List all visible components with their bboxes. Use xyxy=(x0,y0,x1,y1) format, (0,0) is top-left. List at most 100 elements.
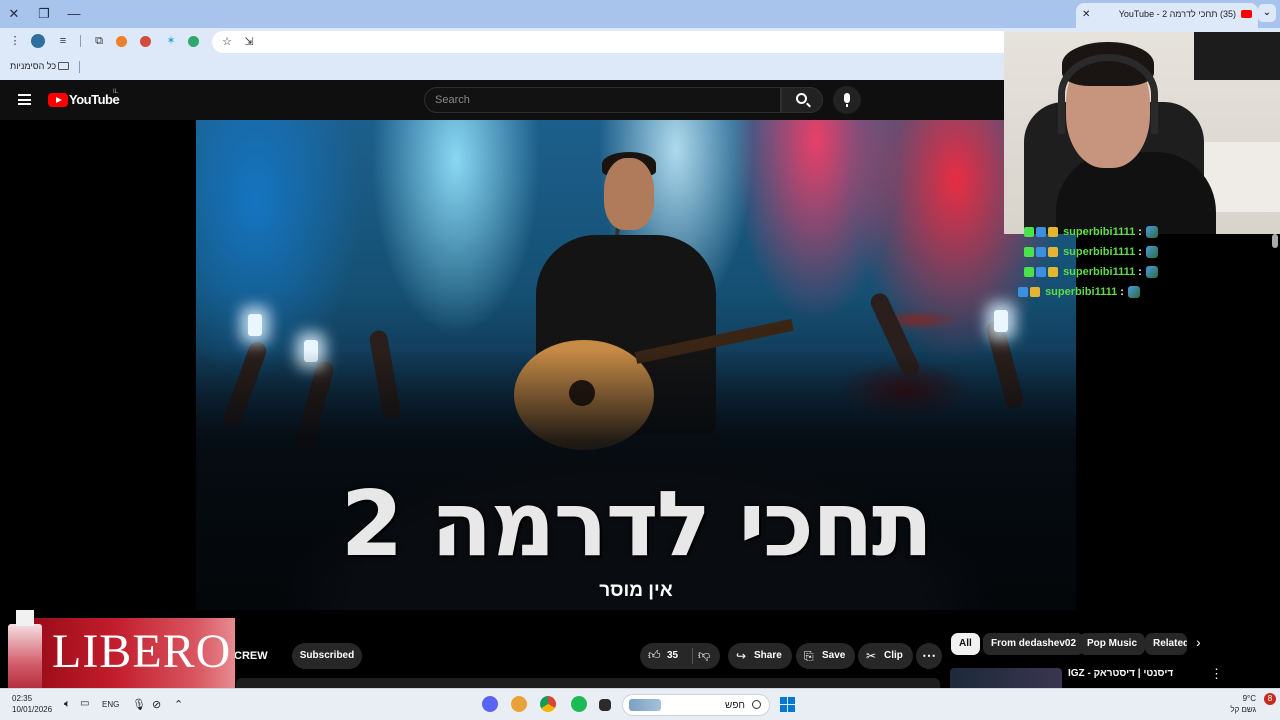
like-icon[interactable]: 👍︎ xyxy=(648,648,661,663)
browser-tab-youtube[interactable]: ✕ (35) תחכי לדרמה 2 - YouTube xyxy=(1076,3,1258,28)
extensions-puzzle-icon[interactable]: ⧉ xyxy=(92,34,106,48)
restore-window-icon[interactable]: ❐ xyxy=(36,6,52,22)
close-window-icon[interactable]: ✕ xyxy=(6,6,22,22)
channel-name[interactable]: CREW xyxy=(234,650,268,662)
video-frame[interactable]: תחכי לדרמה 2 אין מוסר xyxy=(196,120,1076,610)
clock[interactable]: 02:35 10/01/2026 xyxy=(12,693,52,715)
chevron-right-icon[interactable]: › xyxy=(1196,634,1201,650)
windows-taskbar: 02:35 10/01/2026 🔈︎ ▭ ENG 🎙︎ ⊘ ⌃ חפש 9°C… xyxy=(0,688,1280,720)
tv-image xyxy=(1194,32,1280,80)
app-dark-icon[interactable] xyxy=(599,699,611,711)
notification-badge[interactable]: 8 xyxy=(1264,693,1276,705)
related-video-thumbnail[interactable] xyxy=(950,668,1062,688)
close-tab-icon[interactable]: ✕ xyxy=(1082,3,1090,26)
media-controls-icon[interactable]: ≡ xyxy=(56,34,70,48)
app-orange-icon[interactable] xyxy=(511,696,527,712)
chrome-icon[interactable] xyxy=(540,696,556,712)
weather-description: גשם קל xyxy=(1230,705,1256,714)
tab-title: (35) תחכי לדרמה 2 - YouTube xyxy=(1118,9,1236,19)
phone-light-image xyxy=(248,314,262,336)
hidden-camera-icon[interactable]: ⊘ xyxy=(152,698,161,711)
like-count[interactable]: 35 xyxy=(667,643,678,669)
chat-separator: : xyxy=(1120,286,1124,298)
volume-icon[interactable]: 🔈︎ xyxy=(64,698,71,711)
streamer-image xyxy=(1056,152,1216,234)
microphone-icon xyxy=(844,93,850,107)
spotify-icon[interactable] xyxy=(571,696,587,712)
taskbar-search[interactable]: חפש xyxy=(622,694,770,716)
show-hidden-icons-chevron-icon[interactable]: ⌃ xyxy=(174,698,183,711)
chat-badge-icon xyxy=(1036,227,1046,237)
menu-icon[interactable] xyxy=(18,94,31,105)
profile-avatar-icon[interactable] xyxy=(31,34,45,48)
clip-label: Clip xyxy=(884,650,903,661)
chat-badge-icon xyxy=(1036,247,1046,258)
chat-message: superbibi1111 : xyxy=(1018,262,1268,282)
country-code: IL xyxy=(113,89,119,95)
search-input[interactable]: Search xyxy=(424,87,781,113)
search-button[interactable] xyxy=(781,87,823,113)
search-icon xyxy=(752,700,761,709)
youtube-header: YouTube IL Search xyxy=(0,80,1004,120)
extension-blue-icon[interactable]: ✶ xyxy=(164,34,178,48)
minimize-window-icon[interactable]: — xyxy=(66,6,82,22)
share-icon: ↪ xyxy=(736,649,747,663)
more-vert-icon[interactable]: ⋮ xyxy=(1210,666,1223,682)
ad-brand-text: LIBERO xyxy=(52,625,232,678)
chat-badge-icon xyxy=(1024,267,1034,278)
dislike-icon[interactable]: 👎︎ xyxy=(698,648,710,663)
subscribed-button[interactable]: Subscribed xyxy=(292,643,362,669)
description-panel[interactable] xyxy=(236,678,940,688)
network-icon[interactable]: ▭ xyxy=(80,698,89,709)
extension-red-icon[interactable] xyxy=(140,36,151,47)
all-bookmarks-link[interactable]: כל הסימניות xyxy=(10,61,56,71)
video-player[interactable]: תחכי לדרמה 2 אין מוסר xyxy=(0,120,1076,610)
chat-badge-icon xyxy=(1030,287,1040,298)
chat-badge-icon xyxy=(1024,227,1034,237)
chat-badge-icon xyxy=(1048,247,1058,258)
weather-temperature: 9°C xyxy=(1242,694,1256,703)
chat-message: superbibi1111 : xyxy=(1018,282,1268,302)
voice-search-button[interactable] xyxy=(833,86,861,114)
address-bar[interactable]: ☆ ⇲ xyxy=(212,31,1012,53)
share-button[interactable]: ↪ Share xyxy=(728,643,792,669)
clip-button[interactable]: ✂ Clip xyxy=(858,643,913,669)
screen: ✕ ❐ — + ✕ (35) תחכי לדרמה 2 - YouTube ⌄ … xyxy=(0,0,1280,720)
chat-emote-icon xyxy=(1127,286,1140,299)
clock-time: 02:35 xyxy=(12,694,33,703)
tab-search-chevron-icon[interactable]: ⌄ xyxy=(1258,4,1276,22)
chip-from-channel[interactable]: From dedashev02 xyxy=(983,633,1085,655)
related-video-title[interactable]: IGZ - דיסנטי | דיסטראק xyxy=(1068,668,1173,679)
folder-icon xyxy=(58,62,69,70)
microphone-icon[interactable]: 🎙︎ xyxy=(132,698,146,711)
chip-pop-music[interactable]: Pop Music xyxy=(1079,633,1146,655)
bookmark-star-icon[interactable]: ☆ xyxy=(220,35,234,49)
install-app-icon[interactable]: ⇲ xyxy=(242,35,256,49)
save-button[interactable]: ⎘ Save xyxy=(796,643,856,669)
chat-badge-icon xyxy=(1024,247,1034,258)
browser-menu-icon[interactable]: ⋮ xyxy=(8,34,22,48)
page-scrollbar[interactable] xyxy=(1272,234,1278,248)
like-divider xyxy=(692,648,693,664)
chip-related[interactable]: Related xyxy=(1145,633,1187,655)
search-highlight-image xyxy=(629,699,661,711)
chat-badge-icon xyxy=(1018,287,1028,298)
extension-orange-icon[interactable] xyxy=(116,36,127,47)
language-indicator[interactable]: ENG xyxy=(102,700,119,709)
video-title-overlay: תחכי לדרמה 2 xyxy=(340,472,934,577)
scissors-icon: ✂ xyxy=(866,649,877,663)
chat-badge-icon xyxy=(1036,267,1046,278)
related-video-item[interactable]: IGZ - דיסנטי | דיסטראק ⋮ xyxy=(950,664,1276,688)
discord-icon[interactable] xyxy=(482,696,498,712)
chat-separator: : xyxy=(1138,246,1142,258)
weather-widget[interactable]: 9°C גשם קל xyxy=(1230,693,1256,715)
search-icon xyxy=(796,93,807,104)
windows-start-icon[interactable] xyxy=(780,697,795,712)
chip-all[interactable]: All xyxy=(951,633,980,655)
headset-image xyxy=(1058,54,1158,134)
more-actions-button[interactable]: ⋯ xyxy=(916,643,942,669)
extension-green-icon[interactable] xyxy=(188,36,199,47)
perfume-bottle-image xyxy=(8,624,42,690)
streamer-webcam xyxy=(1004,32,1280,234)
taskbar-search-label: חפש xyxy=(725,700,745,711)
